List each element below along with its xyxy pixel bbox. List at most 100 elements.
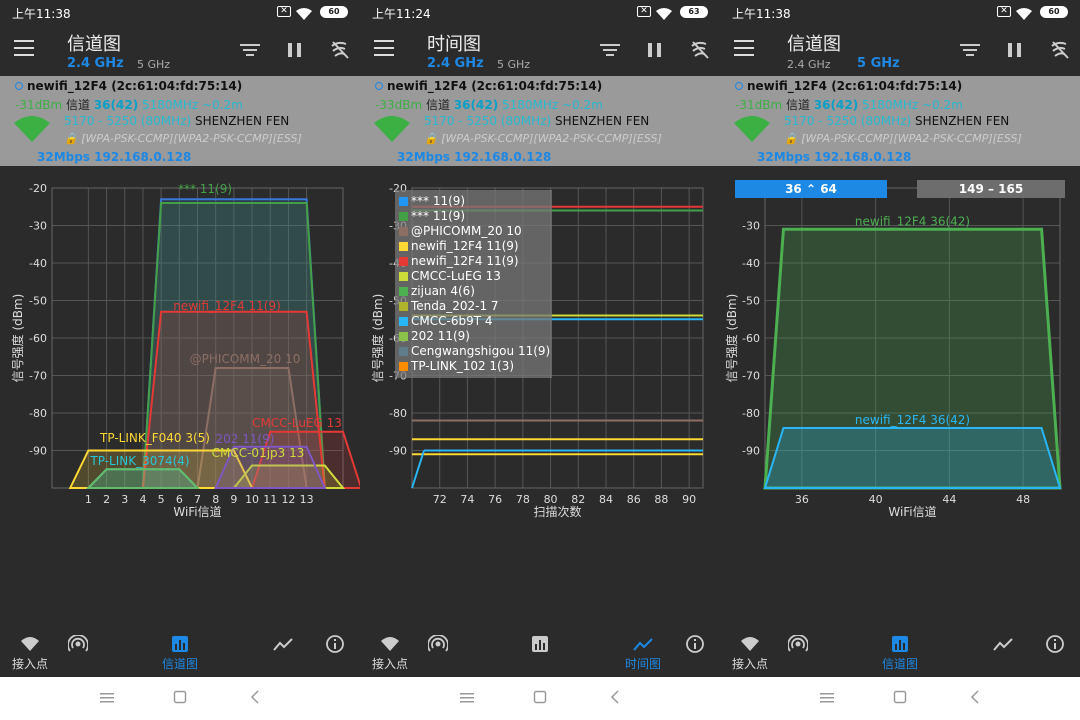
antenna-icon bbox=[788, 635, 808, 652]
ssid-row: newifi_12F4 (2c:61:04:fd:75:14) bbox=[375, 79, 602, 93]
band-2-4ghz-button[interactable]: 2.4 GHz bbox=[787, 58, 831, 71]
legend-label: *** 11(9) bbox=[411, 209, 466, 223]
security-text: [WPA-PSK-CCMP][WPA2-PSK-CCMP][ESS] bbox=[81, 132, 302, 145]
ap-signal-area[interactable] bbox=[763, 427, 1062, 489]
x-tick-label: 4 bbox=[139, 493, 146, 506]
pause-icon[interactable] bbox=[288, 43, 302, 58]
channel-range-36-64-button[interactable]: 36 ⌃ 64 bbox=[735, 180, 887, 198]
x-tick-label: 3 bbox=[121, 493, 128, 506]
band-5ghz-button[interactable]: 5 GHz bbox=[497, 58, 530, 71]
menu-icon[interactable] bbox=[374, 40, 396, 58]
band-5ghz-button[interactable]: 5 GHz bbox=[137, 58, 170, 71]
status-bar: 上午11:24 ✕ 63 bbox=[360, 0, 720, 26]
nav-item-info[interactable] bbox=[305, 627, 360, 677]
system-navigation-bar bbox=[0, 677, 360, 720]
back-button[interactable] bbox=[970, 689, 980, 708]
pause-icon[interactable] bbox=[1008, 43, 1022, 58]
ap-label: TP-LINK_F040 3(5) bbox=[99, 431, 210, 445]
nav-item-channel-graph[interactable]: 信道图 bbox=[870, 627, 930, 677]
recents-button[interactable] bbox=[100, 689, 114, 708]
home-button[interactable] bbox=[533, 689, 547, 708]
no-sim-icon: ✕ bbox=[997, 6, 1011, 17]
lock-icon: 🔒 bbox=[64, 132, 82, 145]
band-2-4ghz-button[interactable]: 2.4 GHz bbox=[67, 56, 124, 71]
scan-icon[interactable] bbox=[690, 40, 710, 64]
band-5ghz-button[interactable]: 5 GHz bbox=[857, 56, 900, 71]
bottom-navigation: 接入点 信道图 bbox=[720, 627, 1080, 677]
scan-icon[interactable] bbox=[1050, 40, 1070, 64]
nav-item-antenna[interactable] bbox=[408, 627, 468, 677]
nav-item-info[interactable] bbox=[665, 627, 720, 677]
home-button[interactable] bbox=[173, 689, 187, 708]
x-tick-label: 76 bbox=[488, 493, 502, 506]
band-2-4ghz-button[interactable]: 2.4 GHz bbox=[427, 56, 484, 71]
recents-button[interactable] bbox=[820, 689, 834, 708]
legend-swatch bbox=[399, 347, 408, 356]
connected-ap-panel[interactable]: newifi_12F4 (2c:61:04:fd:75:14) -31dBm 信道… bbox=[0, 76, 360, 166]
security-text: [WPA-PSK-CCMP][WPA2-PSK-CCMP][ESS] bbox=[441, 132, 662, 145]
x-axis-label: WiFi信道 bbox=[173, 505, 221, 519]
battery-icon: 63 bbox=[680, 6, 708, 18]
recents-button[interactable] bbox=[460, 689, 474, 708]
filter-icon[interactable] bbox=[240, 44, 260, 58]
y-tick-label: -90 bbox=[29, 445, 47, 458]
pause-icon[interactable] bbox=[648, 43, 662, 58]
ssid-text: newifi_12F4 (2c:61:04:fd:75:14) bbox=[747, 79, 963, 93]
ap-signal-line[interactable] bbox=[411, 450, 425, 489]
channel-range-149-165-button[interactable]: 149 – 165 bbox=[917, 180, 1065, 198]
filter-icon[interactable] bbox=[600, 44, 620, 58]
channel-graph-icon bbox=[172, 636, 188, 652]
legend-item: *** 11(9) bbox=[399, 209, 465, 223]
system-navigation-bar bbox=[720, 677, 1080, 720]
speed-ip: 32Mbps 192.168.0.128 bbox=[37, 150, 192, 164]
ap-signal-area[interactable] bbox=[86, 468, 200, 489]
range-chevron-icon: ⌃ bbox=[801, 182, 821, 196]
signal-value: -31dBm bbox=[735, 98, 783, 112]
back-button[interactable] bbox=[250, 689, 260, 708]
legend-label: *** 11(9) bbox=[411, 194, 466, 208]
nav-item-time-graph[interactable] bbox=[253, 627, 313, 677]
back-button[interactable] bbox=[610, 689, 620, 708]
menu-icon[interactable] bbox=[734, 40, 756, 58]
ap-label: *** 11(9) bbox=[178, 182, 232, 196]
x-tick-label: 40 bbox=[869, 493, 883, 506]
connected-ap-panel[interactable]: newifi_12F4 (2c:61:04:fd:75:14) -33dBm 信道… bbox=[360, 76, 720, 166]
x-tick-label: 5 bbox=[158, 493, 165, 506]
y-tick-label: -80 bbox=[742, 407, 760, 420]
nav-item-time-graph[interactable] bbox=[973, 627, 1033, 677]
nav-label: 时间图 bbox=[624, 657, 661, 671]
signal-value: -33dBm bbox=[375, 98, 423, 112]
wifi-strength-icon bbox=[14, 116, 50, 146]
y-axis-label: 信号强度 (dBm) bbox=[10, 294, 25, 383]
frequency-value: 5180MHz ~0.2m bbox=[142, 98, 243, 112]
filter-icon[interactable] bbox=[960, 44, 980, 58]
x-tick-label: 84 bbox=[599, 493, 613, 506]
legend-label: CMCC-6b9T 4 bbox=[411, 314, 493, 328]
nav-item-channel-graph[interactable] bbox=[510, 627, 570, 677]
home-button[interactable] bbox=[893, 689, 907, 708]
menu-icon[interactable] bbox=[14, 40, 36, 58]
ssid-row: newifi_12F4 (2c:61:04:fd:75:14) bbox=[735, 79, 962, 93]
connected-ap-panel[interactable]: newifi_12F4 (2c:61:04:fd:75:14) -31dBm 信道… bbox=[720, 76, 1080, 166]
freq-range: 5170 - 5250 (80MHz) bbox=[784, 114, 912, 128]
legend-label: @PHICOMM_20 10 bbox=[411, 224, 522, 238]
access-point-icon bbox=[741, 637, 759, 651]
scan-icon[interactable] bbox=[330, 40, 350, 64]
y-tick-label: -50 bbox=[742, 295, 760, 308]
x-tick-label: 74 bbox=[460, 493, 474, 506]
system-navigation-bar bbox=[360, 677, 720, 720]
security-row: 🔒 [WPA-PSK-CCMP][WPA2-PSK-CCMP][ESS] bbox=[64, 132, 302, 145]
access-point-icon bbox=[381, 637, 399, 651]
antenna-icon bbox=[68, 635, 88, 652]
nav-item-time-graph[interactable]: 时间图 bbox=[613, 627, 673, 677]
nav-item-antenna[interactable] bbox=[768, 627, 828, 677]
frequency-value: 5180MHz ~0.2m bbox=[862, 98, 963, 112]
nav-item-antenna[interactable] bbox=[48, 627, 108, 677]
screenshot-collage: 上午11:38 ✕ 60 信道图 2.4 GHz 5 GHz newifi_12F4 (2c… bbox=[0, 0, 1080, 720]
status-time: 上午11:38 bbox=[732, 7, 791, 21]
nav-item-channel-graph[interactable]: 信道图 bbox=[150, 627, 210, 677]
freq-range: 5170 - 5250 (80MHz) bbox=[64, 114, 192, 128]
connected-dot-icon bbox=[735, 82, 743, 90]
x-axis-label: 扫描次数 bbox=[533, 504, 581, 519]
nav-item-info[interactable] bbox=[1025, 627, 1080, 677]
